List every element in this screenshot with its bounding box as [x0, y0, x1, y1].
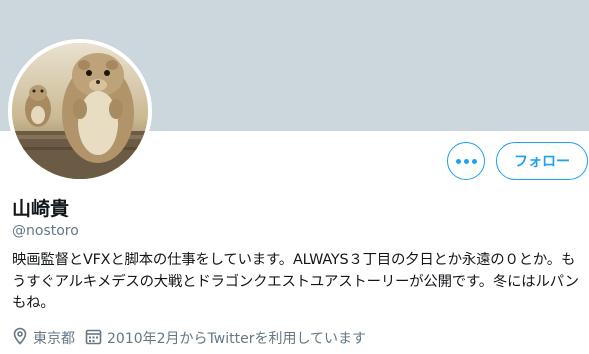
profile-bio: 映画監督とVFXと脚本の仕事をしています。ALWAYS３丁目の夕日とか永遠の０と… [12, 252, 579, 311]
avatar[interactable] [8, 39, 152, 183]
joined-item: 2010年2月からTwitterを利用しています [85, 328, 366, 349]
more-horizontal-icon [454, 158, 478, 164]
profile-name: 山崎貴 [12, 198, 70, 220]
location-pin-icon [12, 327, 33, 349]
profile-page: フォロー 山崎貴 @nostoro 映画監督とVFXと脚本の仕事をしています。A… [0, 0, 589, 354]
location-text: 東京都 [33, 331, 75, 347]
joined-text: 2010年2月からTwitterを利用しています [107, 331, 367, 347]
more-options-button[interactable] [447, 142, 485, 180]
calendar-icon [85, 328, 107, 349]
avatar-photo [12, 43, 148, 179]
profile-handle[interactable]: @nostoro [12, 222, 79, 240]
follow-button[interactable]: フォロー [496, 142, 588, 180]
profile-meta: 東京都 2010年2月からTwitterを利用しています [12, 327, 376, 349]
location-item: 東京都 [12, 327, 75, 349]
